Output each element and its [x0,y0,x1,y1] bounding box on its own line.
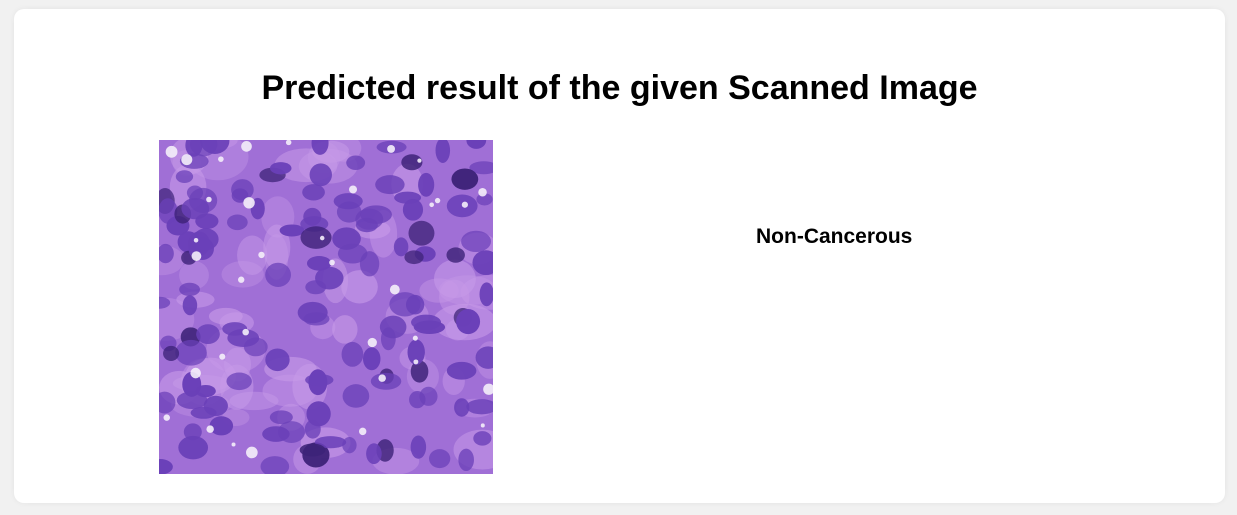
histology-scan-image [159,140,493,474]
page-title: Predicted result of the given Scanned Im… [261,69,978,107]
prediction-result: Non-Cancerous [756,225,913,248]
result-card: Predicted result of the given Scanned Im… [14,9,1225,503]
scanned-image [159,140,493,474]
